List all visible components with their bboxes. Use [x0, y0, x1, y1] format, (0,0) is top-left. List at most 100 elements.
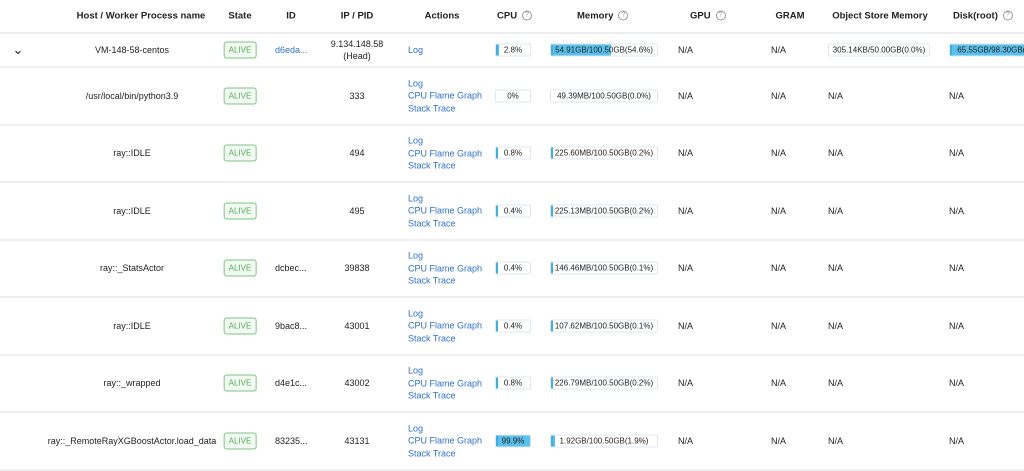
cpu-bar: 0.4% [495, 319, 531, 333]
cpu-flame-graph-link[interactable]: CPU Flame Graph [408, 436, 482, 446]
cpu-flame-graph-link[interactable]: CPU Flame Graph [408, 378, 482, 388]
cpu-flame-graph-link[interactable]: CPU Flame Graph [408, 148, 482, 158]
header-memory: Memory [577, 10, 614, 22]
stack-trace-link[interactable]: Stack Trace [408, 161, 456, 171]
object-store-value: N/A [828, 435, 844, 446]
memory-bar: 49.39MB/100.50GB(0.0%) [550, 89, 658, 103]
memory-text: 54.91GB/100.50GB(54.6%) [555, 45, 653, 55]
help-icon[interactable]: ? [715, 10, 726, 21]
cpu-flame-graph-link[interactable]: CPU Flame Graph [408, 91, 482, 101]
log-link[interactable]: Log [408, 136, 423, 146]
worker-id: 83235... [275, 435, 308, 446]
memory-bar: 54.91GB/100.50GB(54.6%) [550, 43, 658, 57]
worker-pid: 43002 [344, 378, 370, 389]
cpu-text: 0.4% [503, 263, 523, 273]
status-badge: ALIVE [223, 317, 257, 335]
header-state: State [228, 10, 252, 22]
status-badge: ALIVE [223, 202, 257, 220]
log-link[interactable]: Log [408, 193, 423, 203]
gram-value: N/A [771, 90, 787, 101]
stack-trace-link[interactable]: Stack Trace [408, 276, 456, 286]
worker-row: ray::_StatsActor ALIVE dcbec... 39838 Lo… [0, 241, 1024, 298]
help-icon[interactable]: ? [618, 10, 629, 21]
worker-name: ray::_wrapped [103, 378, 161, 389]
gpu-value: N/A [678, 148, 694, 159]
disk-value: N/A [949, 263, 965, 274]
memory-text: 225.13MB/100.50GB(0.2%) [554, 206, 654, 216]
cpu-bar: 0.4% [495, 204, 531, 218]
cpu-bar: 2.8% [495, 43, 531, 57]
gpu-value: N/A [678, 435, 694, 446]
disk-value: N/A [949, 205, 965, 216]
log-link[interactable]: Log [408, 45, 423, 55]
object-store-value: N/A [828, 148, 844, 159]
memory-text: 225.60MB/100.50GB(0.2%) [554, 148, 654, 158]
disk-value: N/A [949, 378, 965, 389]
cpu-flame-graph-link[interactable]: CPU Flame Graph [408, 206, 482, 216]
worker-pid: 43131 [344, 435, 370, 446]
object-store-value: N/A [828, 320, 844, 331]
cpu-flame-graph-link[interactable]: CPU Flame Graph [408, 263, 482, 273]
host-ip-note: (Head) [343, 51, 371, 61]
cpu-flame-graph-link[interactable]: CPU Flame Graph [408, 321, 482, 331]
gram-value: N/A [771, 378, 787, 389]
host-id-link[interactable]: d6eda... [275, 45, 308, 55]
gram-value: N/A [771, 435, 787, 446]
cpu-bar: 0% [495, 89, 531, 103]
table-header: Host / Worker Process name State ID IP /… [0, 0, 1024, 34]
stack-trace-link[interactable]: Stack Trace [408, 448, 456, 458]
status-badge: ALIVE [223, 374, 257, 392]
host-name: VM-148-58-centos [94, 45, 170, 55]
stack-trace-link[interactable]: Stack Trace [408, 218, 456, 228]
gpu-value: N/A [678, 378, 694, 389]
chevron-down-icon[interactable]: ⌄ [13, 42, 24, 58]
worker-id: d4e1c... [275, 378, 308, 389]
worker-row: ray::IDLE ALIVE 9bac8... 43001 Log CPU F… [0, 298, 1024, 356]
cpu-text: 0.8% [503, 148, 523, 158]
help-icon[interactable]: ? [522, 10, 533, 21]
object-store-bar: 305.14KB/50.00GB(0.0%) [828, 43, 930, 57]
disk-bar: 65.55GB/98.30GB(66.7%) [949, 43, 1024, 57]
memory-bar: 1.92GB/100.50GB(1.9%) [550, 434, 658, 448]
memory-text: 107.62MB/100.50GB(0.1%) [554, 321, 654, 331]
cpu-bar: 0.8% [495, 376, 531, 390]
memory-text: 1.92GB/100.50GB(1.9%) [559, 436, 649, 446]
cpu-bar: 0.4% [495, 261, 531, 275]
log-link[interactable]: Log [408, 308, 423, 318]
worker-row: ray::_wrapped ALIVE d4e1c... 43002 Log C… [0, 356, 1024, 413]
cpu-bar: 0.8% [495, 146, 531, 160]
disk-value: N/A [949, 148, 965, 159]
worker-name: ray::IDLE [113, 320, 151, 331]
gram-value: N/A [771, 320, 787, 331]
stack-trace-link[interactable]: Stack Trace [408, 333, 456, 343]
memory-bar: 225.60MB/100.50GB(0.2%) [550, 146, 658, 160]
stack-trace-link[interactable]: Stack Trace [408, 391, 456, 401]
log-link[interactable]: Log [408, 423, 423, 433]
worker-row: ray::IDLE ALIVE 495 Log CPU Flame Graph … [0, 183, 1024, 241]
gpu-value: N/A [678, 45, 694, 55]
memory-text: 226.79MB/100.50GB(0.2%) [554, 378, 654, 388]
status-badge: ALIVE [223, 144, 257, 162]
cpu-text: 0.8% [503, 378, 523, 388]
memory-text: 49.39MB/100.50GB(0.0%) [557, 91, 651, 101]
log-link[interactable]: Log [408, 78, 423, 88]
memory-bar: 107.62MB/100.50GB(0.1%) [550, 319, 658, 333]
worker-name: ray::IDLE [113, 205, 151, 216]
cpu-text: 0.4% [503, 321, 523, 331]
worker-name: ray::IDLE [113, 148, 151, 159]
header-cpu: CPU [497, 10, 518, 22]
memory-bar: 226.79MB/100.50GB(0.2%) [550, 376, 658, 390]
stack-trace-link[interactable]: Stack Trace [408, 103, 456, 113]
cpu-text: 99.9% [501, 436, 525, 446]
worker-id: 9bac8... [275, 320, 308, 331]
log-link[interactable]: Log [408, 251, 423, 261]
help-icon[interactable]: ? [1002, 10, 1013, 21]
host-row: ⌄ VM-148-58-centos ALIVE d6eda... 9.134.… [0, 34, 1024, 68]
header-id: ID [286, 10, 296, 22]
host-ip: 9.134.148.58 [330, 39, 384, 49]
disk-value: N/A [949, 90, 965, 101]
log-link[interactable]: Log [408, 366, 423, 376]
worker-name: ray::_RemoteRayXGBoostActor.load_data [47, 435, 217, 446]
worker-pid: 494 [349, 148, 365, 159]
worker-pid: 43001 [344, 320, 370, 331]
